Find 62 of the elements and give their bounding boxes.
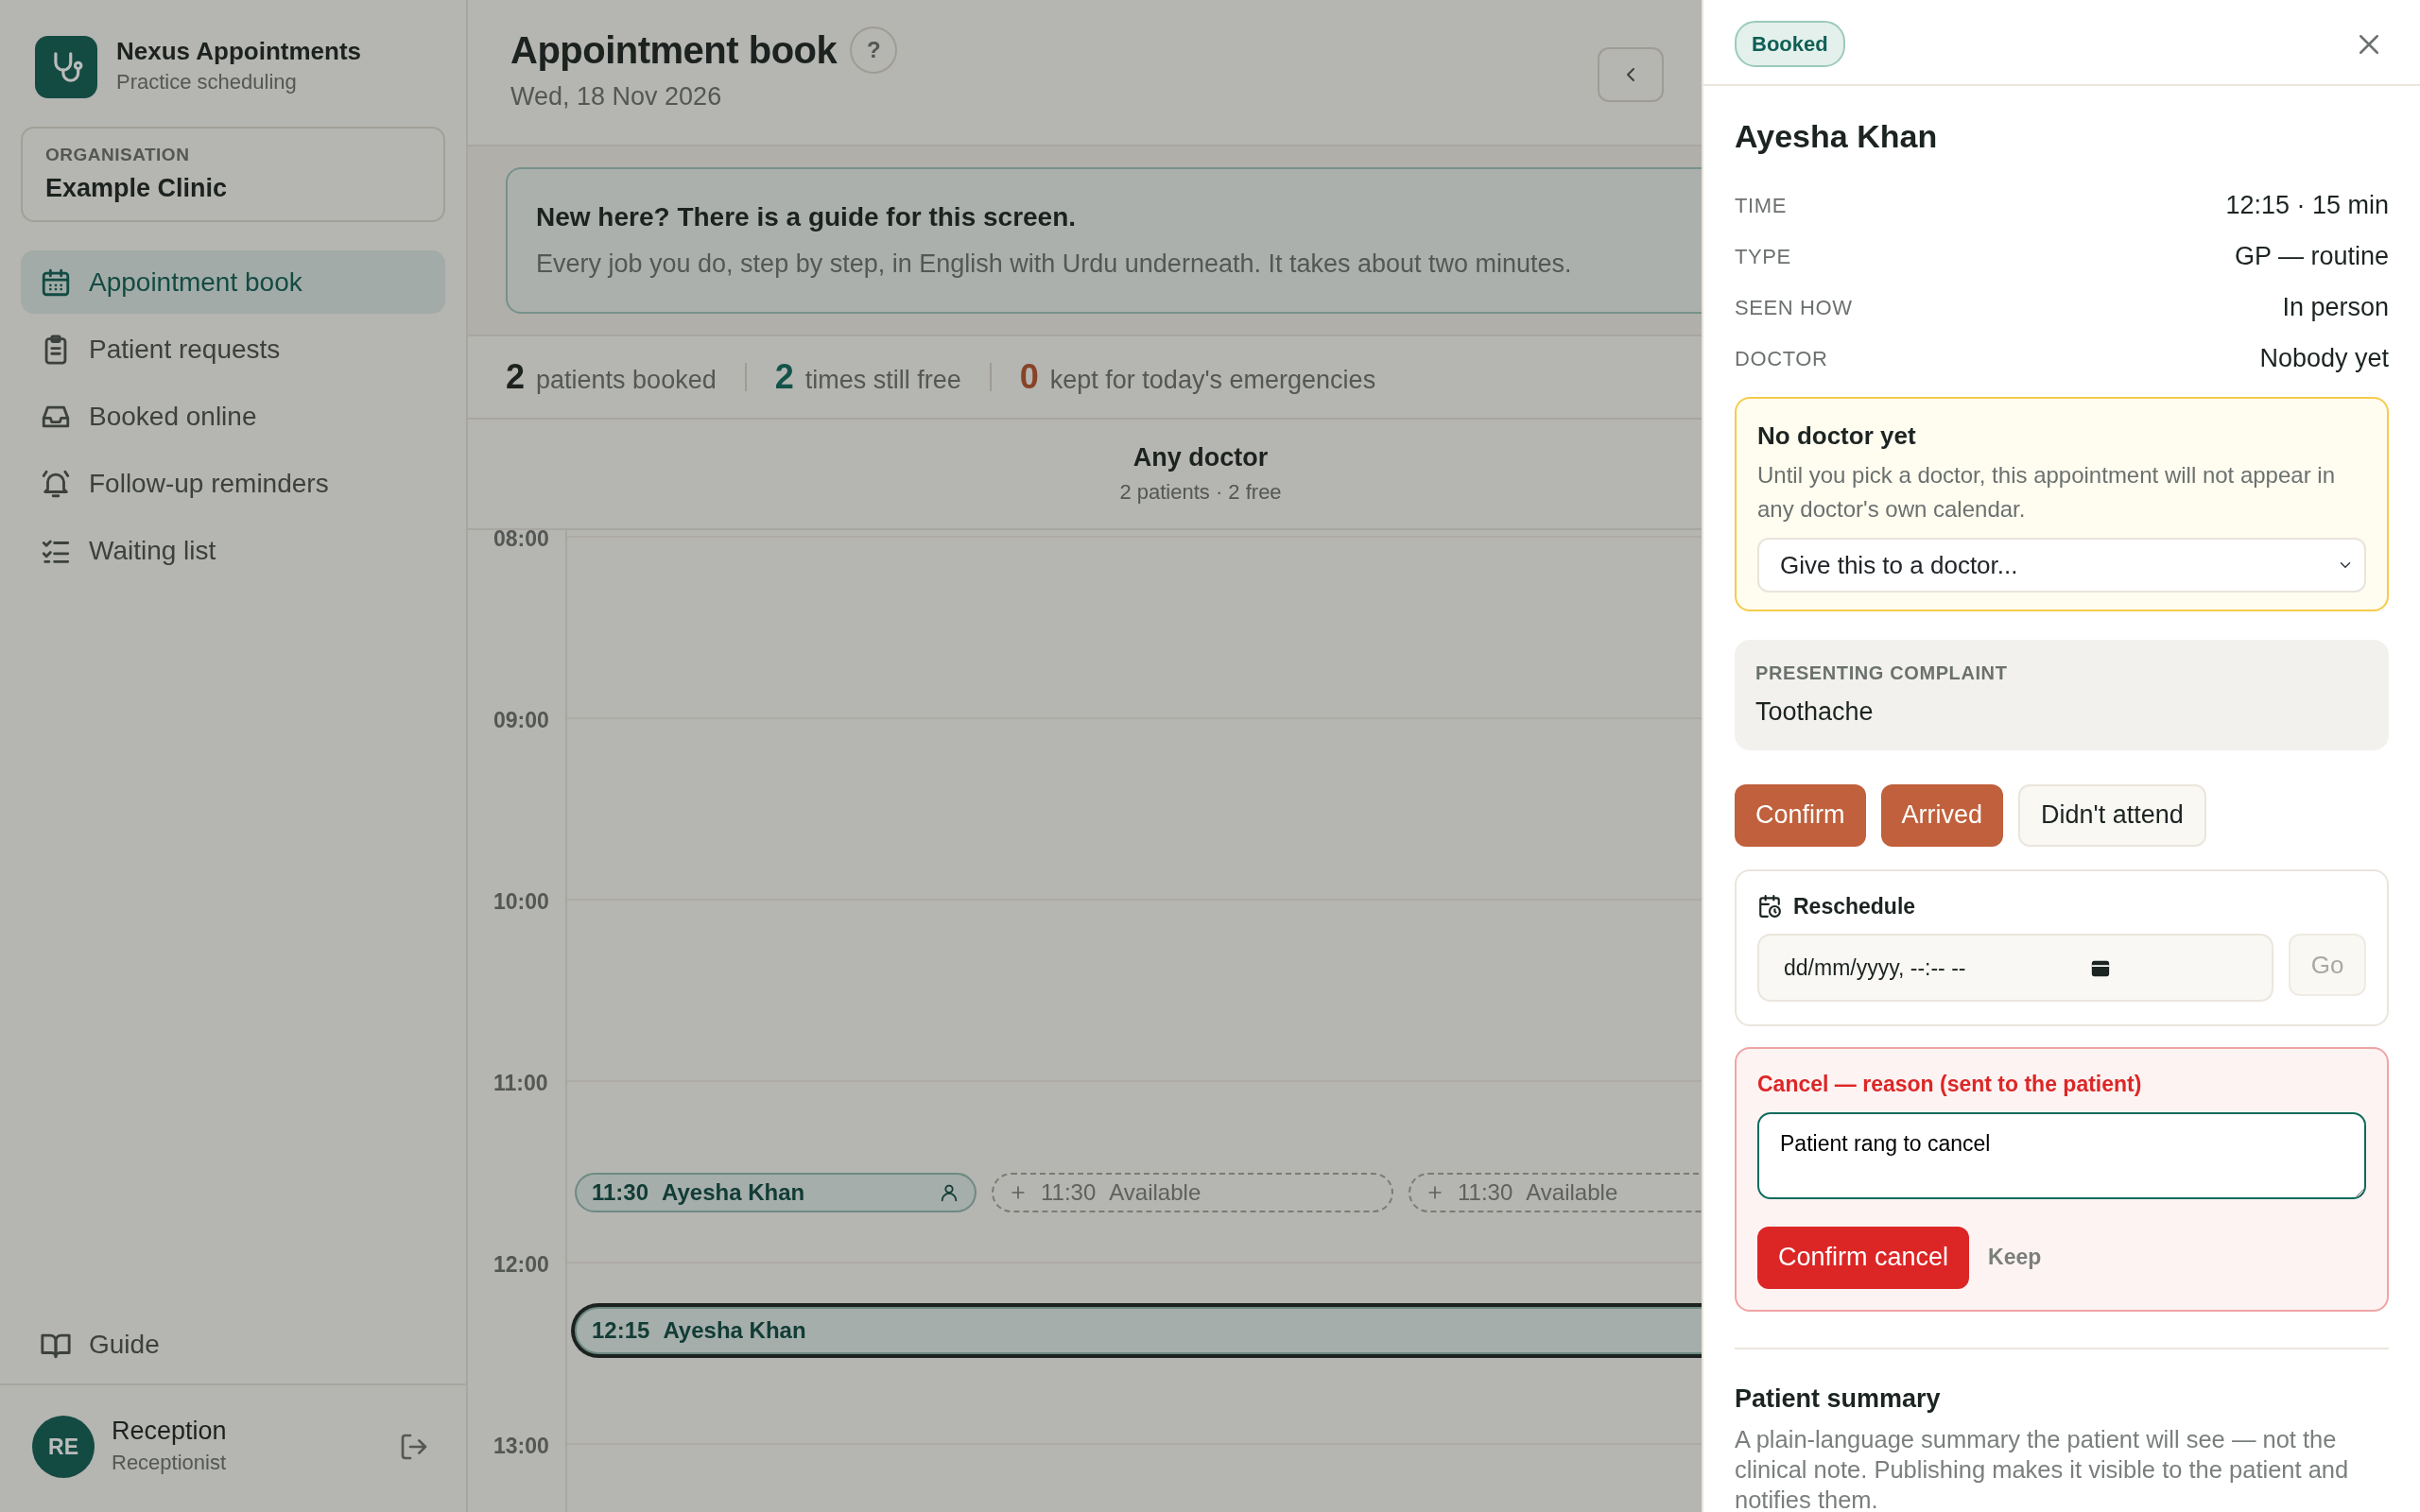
banner-text: Every job you do, step by step, in English with Urdu underneath. It takes about two minutes. [536,249,1572,280]
available-slot[interactable]: 11:30 Available [992,1173,1393,1212]
reason-field[interactable]: Patient rang to cancel [1757,1111,2366,1199]
page-date: Wed, 18 Nov 2026 [510,81,723,112]
app-subtitle: Practice scheduling [116,69,298,96]
user-role: Receptionist [112,1449,227,1476]
detail-value: GP — routine [2234,240,2389,272]
appointment-chip[interactable]: 11:30 Ayesha Khan [575,1173,977,1212]
person-icon [939,1182,959,1203]
guide-link[interactable]: Guide [0,1325,199,1383]
logout-icon [399,1432,429,1462]
help-button[interactable]: ? [850,26,898,74]
notice-title: No doctor yet [1757,421,1917,452]
nav-item[interactable]: Appointment book [21,250,445,314]
nav-item[interactable]: Patient requests [21,318,445,381]
complaint-label: PRESENTING COMPLAINT [1755,662,2009,685]
detail-label: DOCTOR [1735,345,1828,372]
action-button[interactable]: Didn't attend [2018,783,2206,847]
stat-label: kept for today's emergencies [1049,364,1376,396]
reschedule-title: Reschedule [1793,892,1916,920]
column-subtitle: 2 patients · 2 free [1119,479,1282,506]
detail-label: TYPE [1735,243,1791,270]
detail-label: TIME [1735,192,1787,219]
nav-item[interactable]: Waiting list [21,519,445,582]
detail-value: In person [2282,291,2389,323]
summary-title: Patient summary [1735,1383,1942,1415]
nav-item[interactable]: Booked online [21,385,445,448]
stat-value: 0 [1019,355,1039,398]
calendar-clock-icon [1757,893,1782,919]
action-button[interactable]: Confirm [1735,783,1866,847]
keep-button[interactable]: Keep [1982,1240,2048,1275]
hour-label: 11:00 [468,1067,567,1248]
confirm-cancel-button[interactable]: Confirm cancel [1757,1226,1970,1289]
doctor-select[interactable]: Give this to a doctor... [1757,538,2366,593]
column-title: Any doctor [1132,441,1269,473]
user-name: Reception [112,1416,227,1447]
hour-label: 13:00 [468,1430,567,1512]
hour-label: 08:00 [468,530,567,704]
hour-label: 12:00 [468,1248,567,1430]
notice-text: Until you pick a doctor, this appointment will not appear in any doctor's own calendar. [1757,461,2336,524]
stat-value: 2 [774,355,794,398]
patient-name: Ayesha Khan [1735,117,1939,156]
hour-label: 09:00 [468,704,567,885]
organisation-name: Example Clinic [45,172,229,204]
detail-value: 12:15 · 15 min [2225,189,2389,221]
status-badge: Booked [1735,21,1845,67]
detail-label: SEEN HOW [1735,294,1853,321]
stat-value: 2 [506,355,526,398]
detail-value: Nobody yet [2259,342,2389,374]
page-title: Appointment book [510,28,838,73]
organisation-label: ORGANISATION [45,144,191,166]
cancel-label: Cancel — reason (sent to the patient) [1757,1071,2143,1098]
user-avatar: RE [32,1416,95,1478]
summary-text: A plain-language summary the patient will see — not the clinical note. Publishing makes it visible to the patient and notifies them. [1735,1425,2350,1512]
stat-label: times still free [804,364,961,396]
app-name: Nexus Appointments [116,36,362,67]
nav-item[interactable]: Follow-up reminders [21,452,445,515]
stat-label: patients booked [536,364,717,396]
banner-title: New here? There is a guide for this screen. [536,201,1077,233]
hour-label: 10:00 [468,885,567,1067]
action-button[interactable]: Arrived [1880,783,2004,847]
complaint-text: Toothache [1755,696,1875,728]
